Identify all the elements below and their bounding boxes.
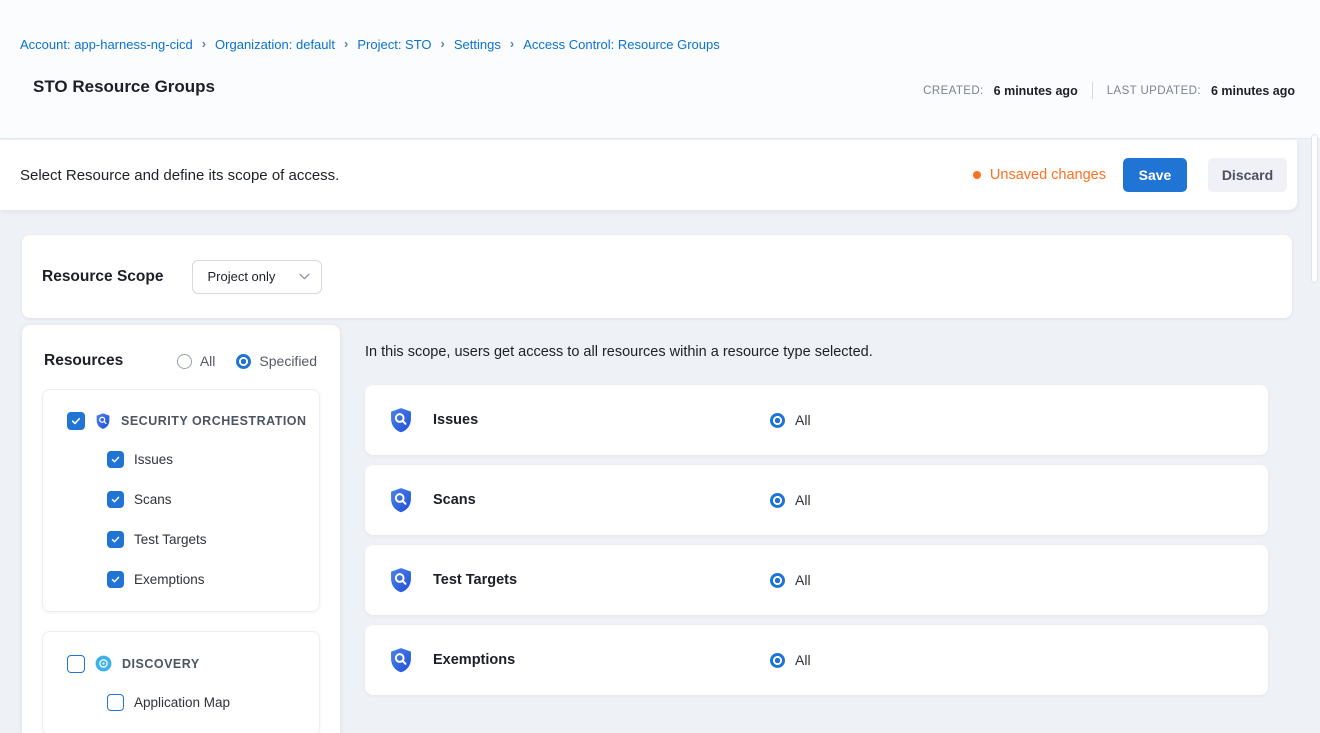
- check-icon: [70, 415, 82, 427]
- breadcrumb-organization[interactable]: Organization: default: [215, 37, 335, 52]
- resource-scope-label: Resource Scope: [42, 268, 163, 286]
- breadcrumb: Account: app-harness-ng-cicd › Organizat…: [20, 37, 720, 52]
- resource-row-scans: Scans All: [365, 465, 1268, 535]
- mode-all-label: All: [200, 353, 216, 369]
- check-icon: [110, 494, 121, 505]
- resources-panel-title: Resources: [44, 352, 123, 370]
- checkbox-exemptions[interactable]: [107, 571, 124, 588]
- radio-all-scans[interactable]: [770, 493, 785, 508]
- page-title: STO Resource Groups: [33, 77, 215, 97]
- unsaved-dot-icon: [973, 171, 981, 179]
- checkbox-discovery[interactable]: [67, 655, 85, 673]
- breadcrumb-separator-icon: ›: [510, 36, 514, 51]
- breadcrumb-settings[interactable]: Settings: [454, 37, 501, 52]
- resource-scope-card: Resource Scope Project only: [22, 235, 1292, 318]
- check-icon: [110, 534, 121, 545]
- resource-item-issues[interactable]: Issues: [43, 439, 319, 479]
- breadcrumb-separator-icon: ›: [441, 36, 445, 51]
- item-label-scans: Scans: [134, 492, 172, 507]
- resource-group-page: Account: app-harness-ng-cicd › Organizat…: [0, 0, 1320, 733]
- discard-button[interactable]: Discard: [1208, 158, 1287, 192]
- last-updated-label: LAST UPDATED:: [1107, 85, 1201, 97]
- scope-note: In this scope, users get access to all r…: [365, 344, 873, 360]
- checkbox-security-orchestration[interactable]: [67, 412, 85, 430]
- security-shield-icon: [387, 486, 415, 514]
- breadcrumb-access-control[interactable]: Access Control: Resource Groups: [523, 37, 720, 52]
- checkbox-scans[interactable]: [107, 491, 124, 508]
- unsaved-changes-label: Unsaved changes: [990, 167, 1106, 183]
- created-label: CREATED:: [923, 85, 984, 97]
- page-header: Account: app-harness-ng-cicd › Organizat…: [0, 0, 1320, 139]
- meta-divider: [1092, 82, 1093, 99]
- resource-group-discovery: DISCOVERY Application Map: [42, 631, 320, 733]
- access-label-exemptions: All: [795, 652, 811, 668]
- checkbox-issues[interactable]: [107, 451, 124, 468]
- item-label-exemptions: Exemptions: [134, 572, 205, 587]
- group-label-security-orchestration: SECURITY ORCHESTRATION: [121, 414, 307, 428]
- radio-specified[interactable]: [236, 354, 251, 369]
- resource-row-issues: Issues All: [365, 385, 1268, 455]
- access-label-scans: All: [795, 492, 811, 508]
- row-access-exemptions[interactable]: All: [770, 652, 811, 668]
- resource-scope-selected-value: Project only: [207, 269, 275, 284]
- security-shield-icon: [387, 646, 415, 674]
- item-label-issues: Issues: [134, 452, 173, 467]
- radio-all[interactable]: [177, 354, 192, 369]
- security-shield-icon: [387, 566, 415, 594]
- row-title-scans: Scans: [433, 492, 476, 508]
- resource-item-application-map[interactable]: Application Map: [43, 682, 319, 722]
- breadcrumb-separator-icon: ›: [202, 36, 206, 51]
- security-shield-icon: [94, 412, 112, 430]
- row-title-issues: Issues: [433, 412, 478, 428]
- resource-row-exemptions: Exemptions All: [365, 625, 1268, 695]
- breadcrumb-separator-icon: ›: [344, 36, 348, 51]
- resource-scope-select[interactable]: Project only: [192, 260, 322, 294]
- last-updated-value: 6 minutes ago: [1211, 84, 1295, 98]
- mode-option-all[interactable]: All: [177, 353, 216, 369]
- item-label-test-targets: Test Targets: [134, 532, 207, 547]
- item-label-application-map: Application Map: [134, 695, 230, 710]
- row-access-scans[interactable]: All: [770, 492, 811, 508]
- row-title-exemptions: Exemptions: [433, 652, 515, 668]
- resource-item-test-targets[interactable]: Test Targets: [43, 519, 319, 559]
- discovery-icon: [94, 654, 113, 673]
- row-access-test-targets[interactable]: All: [770, 572, 811, 588]
- toolbar-description: Select Resource and define its scope of …: [20, 167, 339, 184]
- unsaved-changes-indicator: Unsaved changes: [973, 167, 1106, 183]
- radio-all-exemptions[interactable]: [770, 653, 785, 668]
- header-meta: CREATED: 6 minutes ago LAST UPDATED: 6 m…: [923, 82, 1295, 99]
- created-value: 6 minutes ago: [994, 84, 1078, 98]
- access-label-test-targets: All: [795, 572, 811, 588]
- checkbox-test-targets[interactable]: [107, 531, 124, 548]
- security-shield-icon: [387, 406, 415, 434]
- resource-group-security-orchestration: SECURITY ORCHESTRATION Issues Scans Test…: [42, 389, 320, 612]
- breadcrumb-account[interactable]: Account: app-harness-ng-cicd: [20, 37, 193, 52]
- access-label-issues: All: [795, 412, 811, 428]
- check-icon: [110, 454, 121, 465]
- vertical-scrollbar[interactable]: [1311, 134, 1318, 283]
- checkbox-application-map[interactable]: [107, 694, 124, 711]
- radio-all-test-targets[interactable]: [770, 573, 785, 588]
- resource-item-scans[interactable]: Scans: [43, 479, 319, 519]
- resources-mode-radio-group: All Specified: [177, 353, 317, 369]
- resource-row-test-targets: Test Targets All: [365, 545, 1268, 615]
- mode-option-specified[interactable]: Specified: [236, 353, 317, 369]
- radio-all-issues[interactable]: [770, 413, 785, 428]
- group-label-discovery: DISCOVERY: [122, 657, 200, 671]
- mode-specified-label: Specified: [259, 353, 317, 369]
- row-title-test-targets: Test Targets: [433, 572, 517, 588]
- save-button[interactable]: Save: [1123, 158, 1187, 192]
- check-icon: [110, 574, 121, 585]
- action-toolbar: Select Resource and define its scope of …: [0, 140, 1297, 210]
- chevron-down-icon: [299, 273, 310, 280]
- row-access-issues[interactable]: All: [770, 412, 811, 428]
- breadcrumb-project[interactable]: Project: STO: [357, 37, 431, 52]
- resources-panel: Resources All Specified: [22, 325, 340, 733]
- resource-item-exemptions[interactable]: Exemptions: [43, 559, 319, 599]
